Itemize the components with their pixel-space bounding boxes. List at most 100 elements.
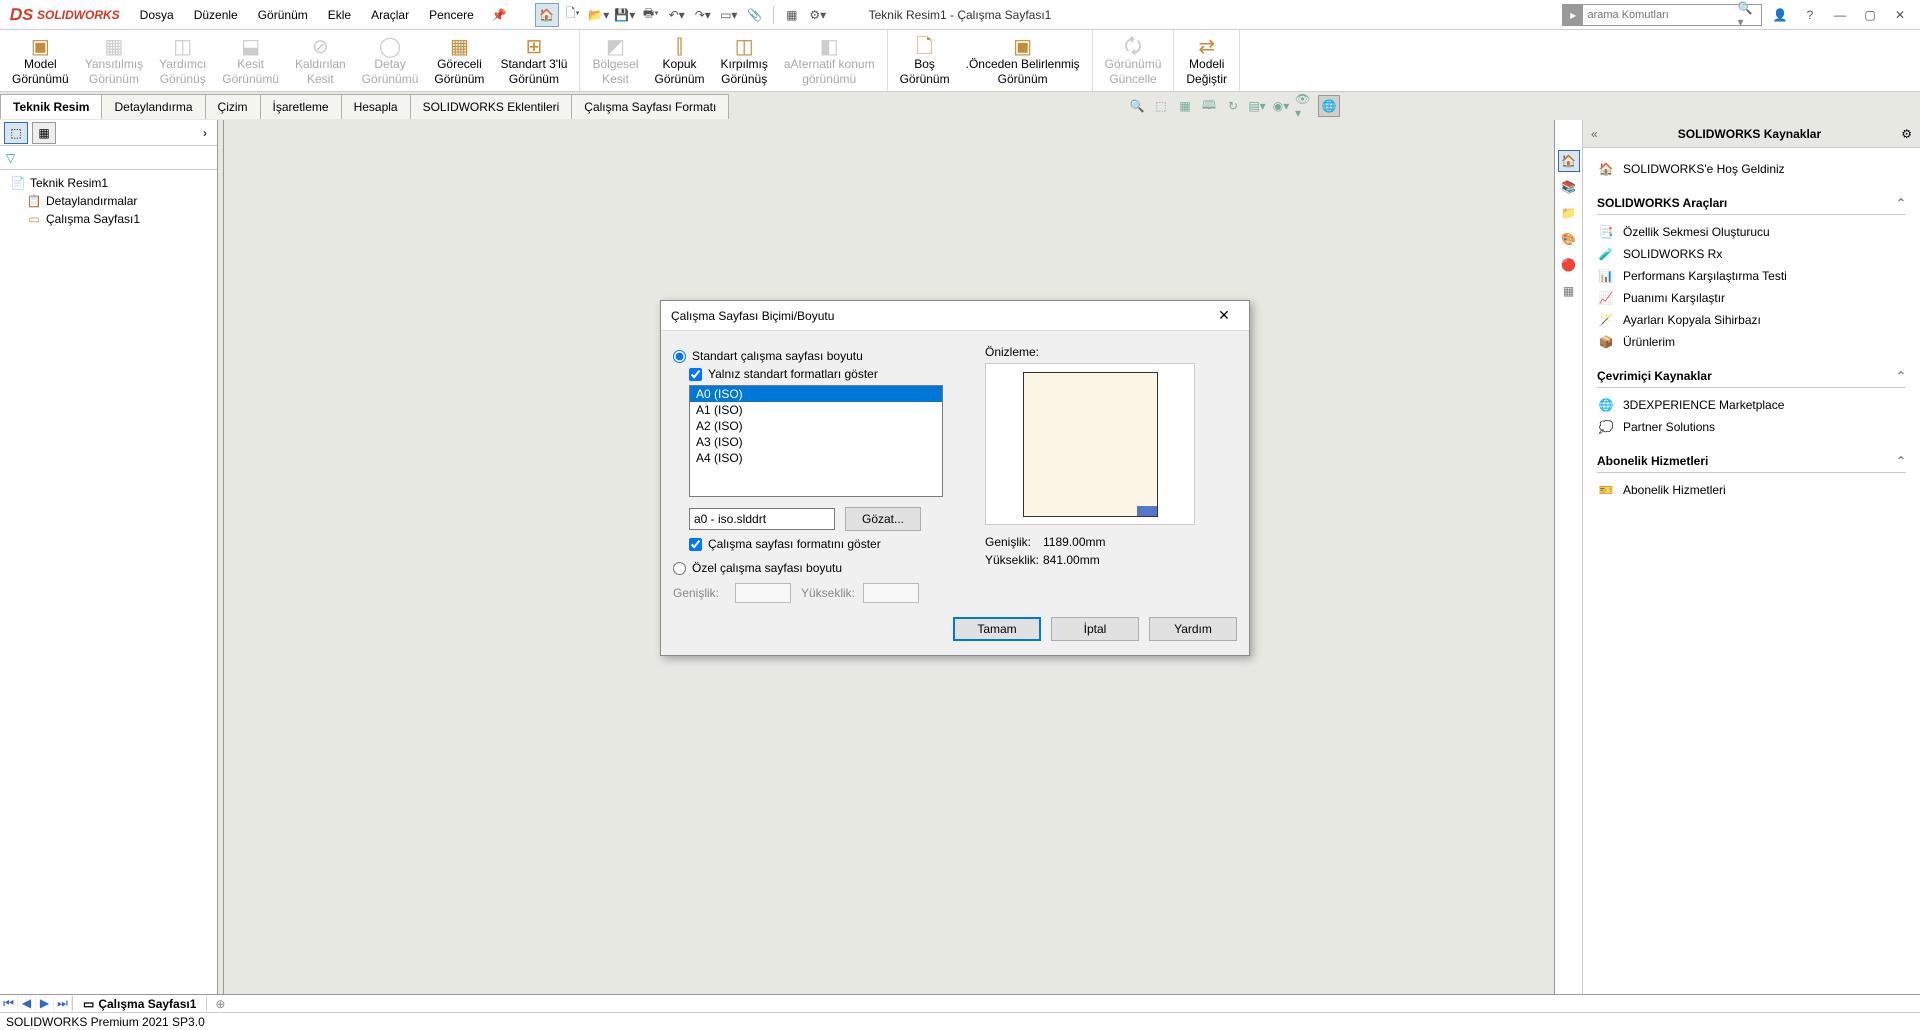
- open-button[interactable]: 📂▾: [587, 3, 611, 27]
- tab-drawing[interactable]: Teknik Resim: [0, 94, 102, 119]
- ribbon-model-view[interactable]: ▣Model Görünümü: [4, 32, 77, 89]
- dialog-close-button[interactable]: ✕: [1209, 307, 1239, 324]
- size-option-a1[interactable]: A1 (ISO): [690, 402, 942, 418]
- ribbon-break-view[interactable]: ⫿Kopuk Görünüm: [646, 32, 712, 89]
- custom-props-tab-icon[interactable]: ▦: [1558, 280, 1580, 302]
- link-copy-settings[interactable]: 🪄Ayarları Kopyala Sihirbazı: [1597, 309, 1906, 331]
- search-box[interactable]: ▸ 🔍▾: [1562, 4, 1762, 26]
- view-palette-tab-icon[interactable]: 🎨: [1558, 228, 1580, 250]
- panel-expand-icon[interactable]: ›: [197, 126, 213, 140]
- link-3dexp[interactable]: 🌐3DEXPERIENCE Marketplace: [1597, 394, 1906, 416]
- ribbon-blank-view[interactable]: 🗋Boş Görünüm: [892, 32, 958, 89]
- maximize-button[interactable]: ▢: [1858, 3, 1882, 27]
- appearances-tab-icon[interactable]: 🔴: [1558, 254, 1580, 276]
- size-option-a0[interactable]: A0 (ISO): [690, 386, 942, 402]
- close-button[interactable]: ✕: [1888, 3, 1912, 27]
- radio-custom-input[interactable]: [673, 562, 686, 575]
- sheet-next-icon[interactable]: ▶: [36, 996, 54, 1011]
- link-my-products[interactable]: 📦Ürünlerim: [1597, 331, 1906, 353]
- tab-markup[interactable]: İşaretleme: [260, 94, 342, 119]
- wireframe-icon[interactable]: ▦: [1174, 95, 1196, 117]
- select-button[interactable]: ▭▾: [717, 3, 741, 27]
- new-button[interactable]: 🗋▾: [561, 3, 585, 27]
- radio-standard-size[interactable]: Standart çalışma sayfası boyutu: [673, 349, 973, 363]
- attach-button[interactable]: 📎: [743, 3, 767, 27]
- sheet-last-icon[interactable]: ⏭: [54, 996, 72, 1011]
- ribbon-predefined-view[interactable]: ▣.Önceden Belirlenmiş Görünüm: [958, 32, 1088, 89]
- ribbon-standard-3view[interactable]: ⊞Standart 3'lü Görünüm: [492, 32, 575, 89]
- check-show-format-input[interactable]: [689, 538, 702, 551]
- tab-annotation[interactable]: Detaylandırma: [101, 94, 205, 119]
- size-option-a2[interactable]: A2 (ISO): [690, 418, 942, 434]
- sheet-first-icon[interactable]: ⏮: [0, 996, 18, 1011]
- login-button[interactable]: 👤: [1768, 3, 1792, 27]
- edit-sheet-icon[interactable]: 🌐: [1318, 95, 1340, 117]
- property-tab[interactable]: ▦: [32, 122, 56, 144]
- tree-annotations[interactable]: 📋 Detaylandırmalar: [6, 192, 211, 210]
- task-pane-gear-icon[interactable]: ⚙: [1901, 127, 1912, 141]
- radio-standard-input[interactable]: [673, 350, 686, 363]
- filter-bar[interactable]: ▽: [0, 146, 217, 170]
- format-file-input[interactable]: [689, 508, 835, 530]
- menu-file[interactable]: Dosya: [130, 2, 184, 28]
- add-sheet-icon[interactable]: ⊕: [207, 997, 233, 1011]
- options-button[interactable]: ⚙▾: [806, 3, 830, 27]
- link-compare-score[interactable]: 📈Puanımı Karşılaştır: [1597, 287, 1906, 309]
- section-subscription-header[interactable]: Abonelik Hizmetleri ⌃: [1597, 454, 1906, 473]
- ribbon-crop-view[interactable]: ◫Kırpılmış Görünüş: [713, 32, 776, 89]
- section-icon[interactable]: ▤▾: [1246, 95, 1268, 117]
- tab-sheet-format[interactable]: Çalışma Sayfası Formatı: [571, 94, 729, 119]
- link-rx[interactable]: 🧪SOLIDWORKS Rx: [1597, 243, 1906, 265]
- help-button[interactable]: ?: [1798, 3, 1822, 27]
- link-property-tab[interactable]: 📑Özellik Sekmesi Oluşturucu: [1597, 221, 1906, 243]
- zoom-fit-icon[interactable]: 🔍: [1126, 95, 1148, 117]
- tab-addins[interactable]: SOLIDWORKS Eklentileri: [410, 94, 573, 119]
- home-button[interactable]: 🏠: [535, 3, 559, 27]
- browse-button[interactable]: Gözat...: [845, 507, 921, 531]
- ribbon-relative-view[interactable]: ▦Göreceli Görünüm: [426, 32, 492, 89]
- menu-insert[interactable]: Ekle: [318, 2, 361, 28]
- collapse-icon[interactable]: «: [1591, 127, 1598, 141]
- feature-tree-tab[interactable]: ⬚: [4, 122, 28, 144]
- rebuild-button[interactable]: ▦: [780, 3, 804, 27]
- search-input[interactable]: [1583, 9, 1733, 21]
- file-explorer-tab-icon[interactable]: 📁: [1558, 202, 1580, 224]
- welcome-link[interactable]: 🏠 SOLIDWORKS'e Hoş Geldiniz: [1597, 158, 1906, 180]
- check-only-standard-input[interactable]: [689, 368, 702, 381]
- section-tools-header[interactable]: SOLIDWORKS Araçları ⌃: [1597, 196, 1906, 215]
- check-show-format[interactable]: Çalışma sayfası formatını göster: [689, 537, 973, 551]
- ok-button[interactable]: Tamam: [953, 617, 1041, 641]
- tab-evaluate[interactable]: Hesapla: [341, 94, 411, 119]
- size-option-a4[interactable]: A4 (ISO): [690, 450, 942, 466]
- menu-window[interactable]: Pencere: [419, 2, 484, 28]
- menu-tools[interactable]: Araçlar: [361, 2, 419, 28]
- undo-button[interactable]: ↶▾: [665, 3, 689, 27]
- radio-custom-size[interactable]: Özel çalışma sayfası boyutu: [673, 561, 973, 575]
- tab-sketch[interactable]: Çizim: [205, 94, 261, 119]
- menu-view[interactable]: Görünüm: [248, 2, 318, 28]
- menu-edit[interactable]: Düzenle: [184, 2, 248, 28]
- link-benchmark[interactable]: 📊Performans Karşılaştırma Testi: [1597, 265, 1906, 287]
- print-button[interactable]: 🖶▾: [639, 3, 663, 27]
- minimize-button[interactable]: —: [1828, 3, 1852, 27]
- redo-button[interactable]: ↷▾: [691, 3, 715, 27]
- tree-root[interactable]: 📄 Teknik Resim1: [6, 174, 211, 192]
- rotate-icon[interactable]: ↻: [1222, 95, 1244, 117]
- zoom-area-icon[interactable]: ⬚: [1150, 95, 1172, 117]
- design-library-tab-icon[interactable]: 📚: [1558, 176, 1580, 198]
- save-button[interactable]: 💾▾: [613, 3, 637, 27]
- sheet-prev-icon[interactable]: ◀: [18, 996, 36, 1011]
- sheet-tab-1[interactable]: ▭ Çalışma Sayfası1: [73, 997, 207, 1011]
- resources-tab-icon[interactable]: 🏠: [1558, 150, 1580, 172]
- cancel-button[interactable]: İptal: [1051, 617, 1139, 641]
- help-button[interactable]: Yardım: [1149, 617, 1237, 641]
- hide-show-icon[interactable]: 👁▾: [1294, 95, 1316, 117]
- display-style-icon[interactable]: ◉▾: [1270, 95, 1292, 117]
- section-online-header[interactable]: Çevrimiçi Kaynaklar ⌃: [1597, 369, 1906, 388]
- previous-view-icon[interactable]: 🕮: [1198, 95, 1220, 117]
- tree-sheet1[interactable]: ▭ Çalışma Sayfası1: [6, 210, 211, 228]
- check-only-standard[interactable]: Yalnız standart formatları göster: [689, 367, 973, 381]
- pin-icon[interactable]: 📌: [484, 2, 515, 28]
- size-listbox[interactable]: A0 (ISO) A1 (ISO) A2 (ISO) A3 (ISO) A4 (…: [689, 385, 943, 497]
- link-subscription[interactable]: 🎫Abonelik Hizmetleri: [1597, 479, 1906, 501]
